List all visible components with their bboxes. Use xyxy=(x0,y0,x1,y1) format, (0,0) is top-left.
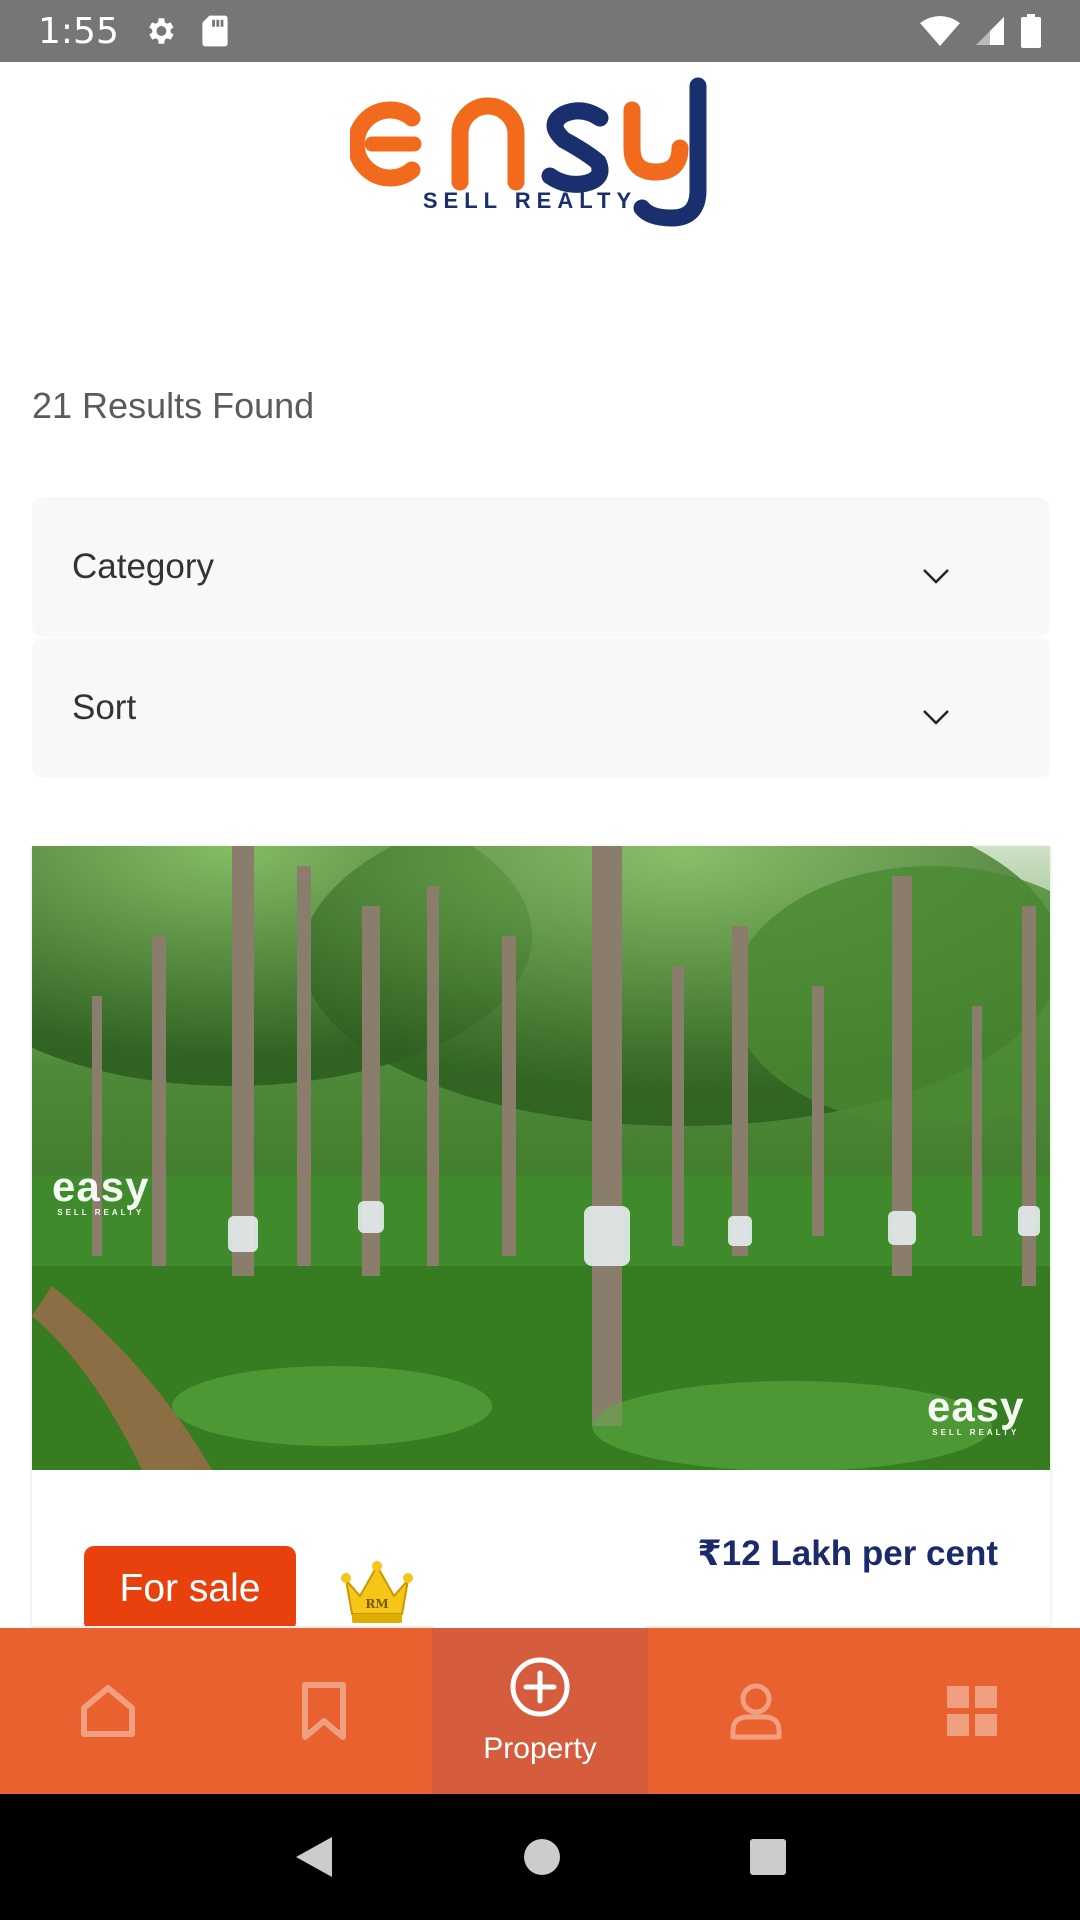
image-watermark: easy SELL REALTY xyxy=(52,1163,150,1218)
property-card[interactable]: easy SELL REALTY easy SELL REALTY ₹12 La… xyxy=(32,846,1050,1626)
logo-subtitle: SELL REALTY xyxy=(422,188,638,213)
nav-profile[interactable] xyxy=(648,1628,864,1794)
wifi-icon xyxy=(920,16,960,46)
app-header: SELL REALTY xyxy=(0,62,1080,242)
status-time: 1:55 xyxy=(38,10,119,52)
nav-home[interactable] xyxy=(0,1628,216,1794)
nav-saved[interactable] xyxy=(216,1628,432,1794)
category-dropdown[interactable]: Category xyxy=(32,497,1050,637)
sort-dropdown-label: Sort xyxy=(72,688,137,727)
sort-dropdown[interactable]: Sort xyxy=(32,638,1050,778)
image-watermark: easy SELL REALTY xyxy=(927,1383,1025,1438)
system-navigation-bar xyxy=(0,1794,1080,1920)
nav-add-property[interactable]: Property xyxy=(432,1616,648,1794)
easy-sell-realty-logo: SELL REALTY xyxy=(347,62,730,232)
nav-add-property-label: Property xyxy=(483,1732,597,1765)
chevron-down-icon xyxy=(923,569,949,584)
home-circle-icon[interactable] xyxy=(522,1837,562,1877)
recents-icon[interactable] xyxy=(748,1837,788,1877)
home-icon xyxy=(81,1685,135,1737)
status-left: 1:55 xyxy=(38,11,229,52)
sd-card-icon xyxy=(202,15,228,47)
bottom-navigation: Property xyxy=(0,1616,1080,1794)
chevron-down-icon xyxy=(923,710,949,725)
crown-icon: RM xyxy=(341,1561,413,1623)
gear-icon xyxy=(149,18,174,44)
signal-icon xyxy=(976,17,1004,45)
grid-icon xyxy=(947,1686,997,1736)
plus-circle-icon xyxy=(510,1657,570,1717)
status-bar: 1:55 xyxy=(0,0,1080,62)
property-price: ₹12 Lakh per cent xyxy=(697,1534,998,1573)
nav-menu[interactable] xyxy=(864,1628,1080,1794)
crown-text: RM xyxy=(365,1597,388,1611)
user-icon xyxy=(730,1683,782,1740)
nav-active-indicator xyxy=(432,1616,648,1628)
battery-icon xyxy=(1021,14,1041,48)
category-dropdown-label: Category xyxy=(72,547,215,586)
for-sale-badge: For sale xyxy=(84,1546,296,1626)
property-image[interactable] xyxy=(32,846,1050,1470)
results-count: 21 Results Found xyxy=(32,385,315,426)
status-right xyxy=(920,14,1042,48)
bookmark-icon xyxy=(302,1682,346,1740)
back-icon[interactable] xyxy=(292,1833,336,1881)
